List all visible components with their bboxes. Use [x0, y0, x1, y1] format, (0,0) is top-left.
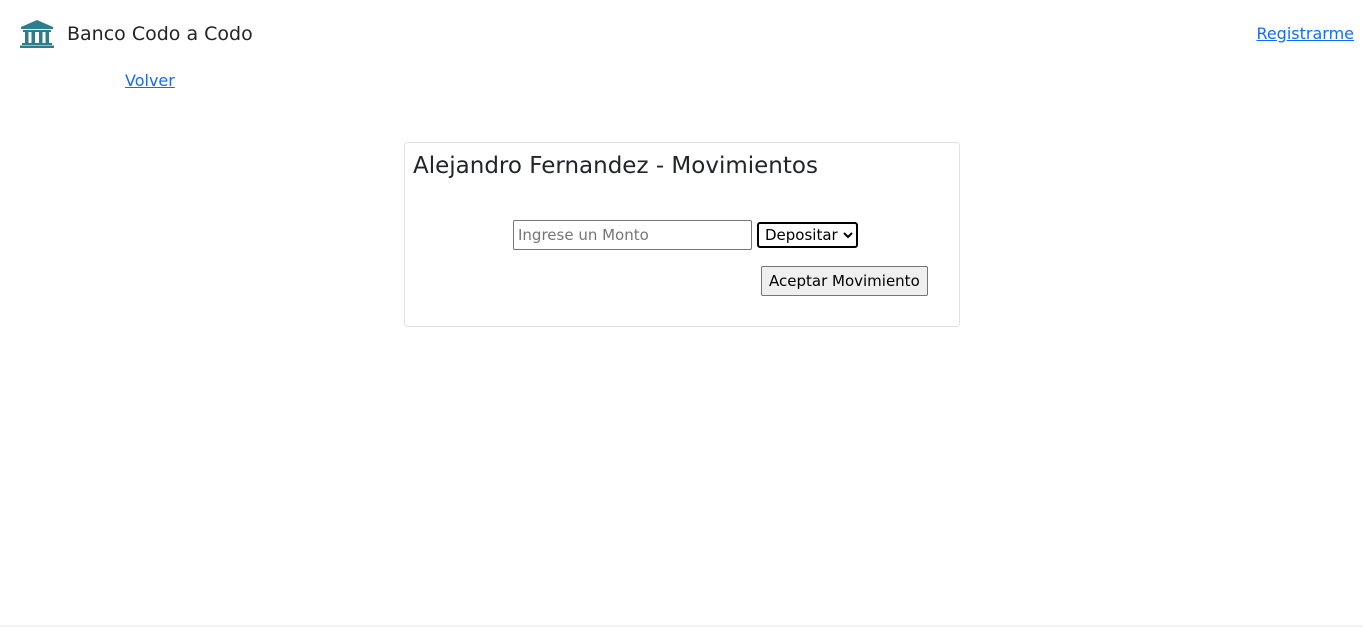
- accept-movement-button[interactable]: Aceptar Movimiento: [761, 266, 928, 296]
- bank-icon: [20, 20, 54, 48]
- back-link[interactable]: Volver: [125, 71, 175, 90]
- movement-type-select[interactable]: Depositar: [757, 222, 858, 248]
- brand-name: Banco Codo a Codo: [67, 23, 253, 45]
- card-title: Alejandro Fernandez - Movimientos: [413, 153, 818, 179]
- brand[interactable]: Banco Codo a Codo: [19, 19, 253, 49]
- register-link[interactable]: Registrarme: [1256, 24, 1354, 43]
- page: Banco Codo a Codo Registrarme Volver Ale…: [0, 0, 1363, 627]
- amount-input[interactable]: [513, 220, 752, 250]
- movements-card: Alejandro Fernandez - Movimientos Deposi…: [404, 142, 960, 327]
